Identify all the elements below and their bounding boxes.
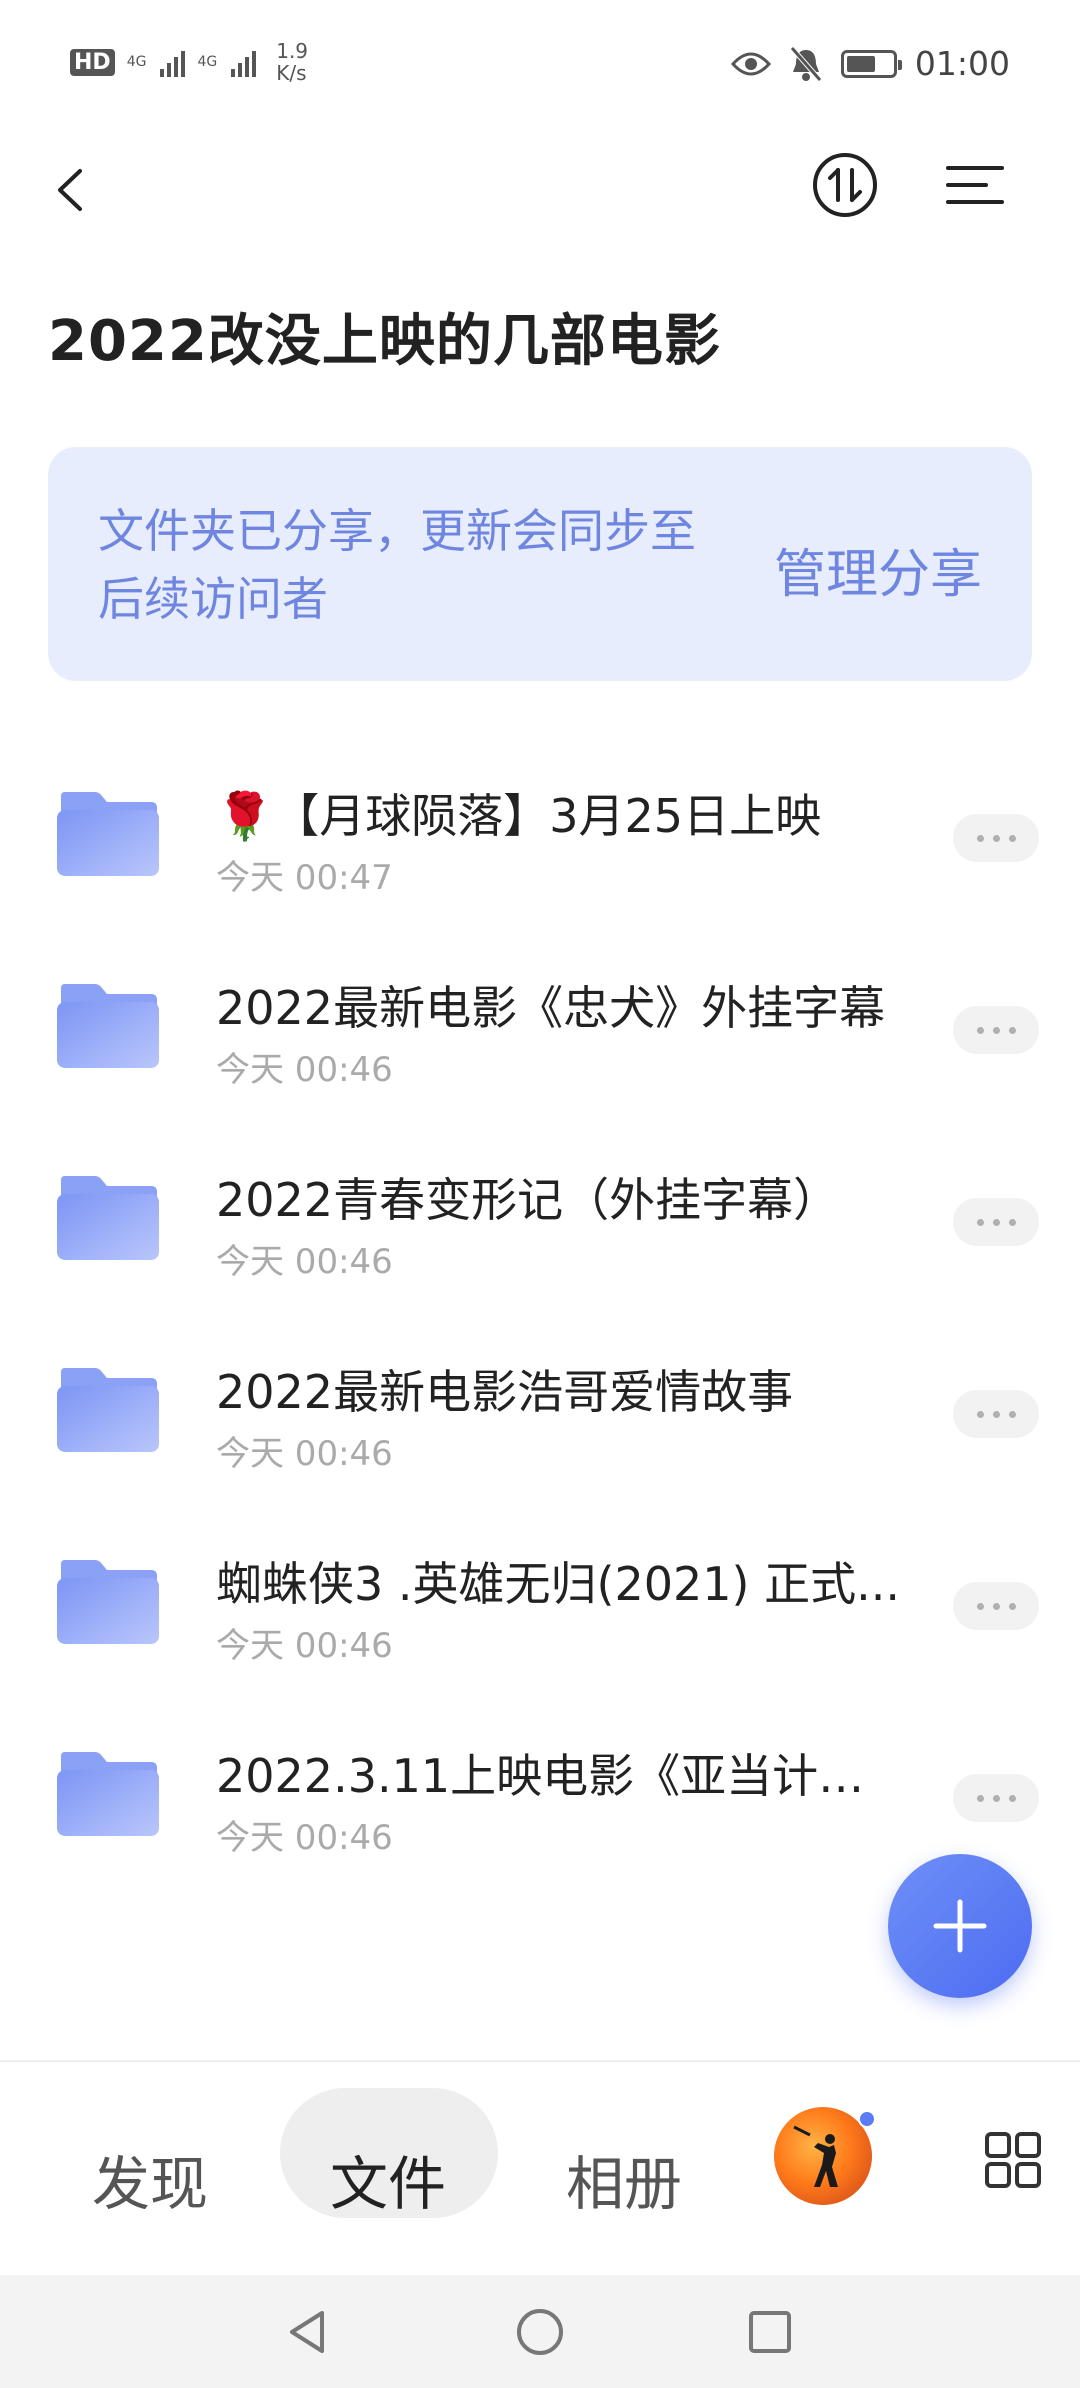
network-speed: 1.9 K/s [276,40,308,84]
tab-discover[interactable]: 发现 [92,2137,208,2221]
more-options-button[interactable] [953,1774,1039,1822]
folder-icon [57,792,159,876]
menu-button[interactable] [940,150,1010,220]
file-list-item-5[interactable]: 蜘蛛侠3 .英雄无归(2021) 正式... 今天 00:46 [0,1508,1080,1700]
bell-muted-icon [790,45,822,82]
network-type-2: 4G [197,54,218,70]
dot-icon [976,1794,984,1802]
dot-icon [992,1218,1000,1226]
file-time: 今天 00:46 [216,1626,393,1666]
file-time: 今天 00:46 [216,1242,393,1282]
sort-updown-icon [813,153,877,217]
add-button[interactable] [888,1854,1032,1998]
file-time: 今天 00:46 [216,1818,393,1858]
dot-icon [1008,1602,1016,1610]
menu-icon [946,166,1004,204]
file-time: 今天 00:47 [216,858,393,898]
avatar-silhouette [793,2125,838,2187]
dot-icon [976,1410,984,1418]
dot-icon [992,1410,1000,1418]
bottom-nav: 发现 文件 相册 [0,2060,1080,2275]
dot-icon [976,1602,984,1610]
status-right: 01:00 [730,44,1010,83]
grid-icon [985,2132,1041,2188]
battery-fill [846,55,876,72]
system-nav-bar [0,2275,1080,2388]
share-banner: 文件夹已分享，更新会同步至后续访问者 管理分享 [48,447,1032,681]
back-button[interactable] [40,155,110,225]
file-name: 🌹【月球陨落】3月25日上映 [216,789,822,843]
toolbar [0,140,1080,250]
dot-icon [1008,1026,1016,1034]
dot-icon [992,1794,1000,1802]
file-list-item-6[interactable]: 2022.3.11上映电影《亚当计划》 今天 00:46 [0,1700,1080,1892]
network-type-1: 4G [126,54,147,70]
apps-grid-button[interactable] [983,2130,1043,2190]
tab-files[interactable]: 文件 [330,2137,446,2221]
folder-icon [57,1752,159,1836]
dot-icon [976,834,984,842]
dot-icon [976,1218,984,1226]
file-time: 今天 00:46 [216,1434,393,1474]
folder-icon [57,1176,159,1260]
folder-icon [57,1560,159,1644]
dot-icon [1008,1410,1016,1418]
eye-icon [730,52,771,75]
file-name: 蜘蛛侠3 .英雄无归(2021) 正式... [216,1557,900,1611]
network-speed-unit: K/s [276,61,307,85]
dot-icon [976,1026,984,1034]
plus-icon [933,1899,987,1953]
more-options-button[interactable] [953,1582,1039,1630]
signal-icon [160,47,186,77]
more-options-button[interactable] [953,1198,1039,1246]
dot-icon [992,1026,1000,1034]
signal-icon-2 [231,47,257,77]
file-list-item-3[interactable]: 2022青春变形记（外挂字幕） 今天 00:46 [0,1124,1080,1316]
dot-icon [992,1602,1000,1610]
file-name: 2022最新电影浩哥爱情故事 [216,1365,794,1419]
dot-icon [1008,1794,1016,1802]
tab-albums[interactable]: 相册 [566,2137,682,2221]
battery-icon [840,49,902,78]
page-title: 2022改没上映的几部电影 [48,309,721,374]
status-left: HD 4G 4G 1.9 K/s [70,40,308,84]
chevron-left-icon [58,169,82,211]
file-name: 2022.3.11上映电影《亚当计划》 [216,1749,906,1803]
dot-icon [1008,834,1016,842]
back-triangle-icon[interactable] [282,2307,332,2357]
more-options-button[interactable] [953,814,1039,862]
folder-icon [57,984,159,1068]
hd-badge: HD [70,48,115,76]
home-circle-icon[interactable] [515,2307,565,2357]
sort-button[interactable] [810,150,880,220]
notification-dot [858,2110,876,2128]
file-list-item-2[interactable]: 2022最新电影《忠犬》外挂字幕 今天 00:46 [0,932,1080,1124]
clock: 01:00 [914,44,1010,83]
file-time: 今天 00:46 [216,1050,393,1090]
dot-icon [1008,1218,1016,1226]
status-bar: HD 4G 4G 1.9 K/s 01:00 [0,0,1080,130]
file-list: 🌹【月球陨落】3月25日上映 今天 00:47 2022最新电影《忠犬》外挂字幕… [0,740,1080,1892]
file-list-item-1[interactable]: 🌹【月球陨落】3月25日上映 今天 00:47 [0,740,1080,932]
recents-square-icon[interactable] [745,2307,795,2357]
folder-icon [57,1368,159,1452]
avatar[interactable] [774,2107,872,2205]
file-name: 2022青春变形记（外挂字幕） [216,1173,840,1227]
file-name: 2022最新电影《忠犬》外挂字幕 [216,981,886,1035]
network-speed-value: 1.9 [276,39,309,63]
manage-share-button[interactable]: 管理分享 [774,532,982,607]
dot-icon [992,834,1000,842]
more-options-button[interactable] [953,1006,1039,1054]
file-list-item-4[interactable]: 2022最新电影浩哥爱情故事 今天 00:46 [0,1316,1080,1508]
more-options-button[interactable] [953,1390,1039,1438]
share-message: 文件夹已分享，更新会同步至后续访问者 [98,504,696,626]
